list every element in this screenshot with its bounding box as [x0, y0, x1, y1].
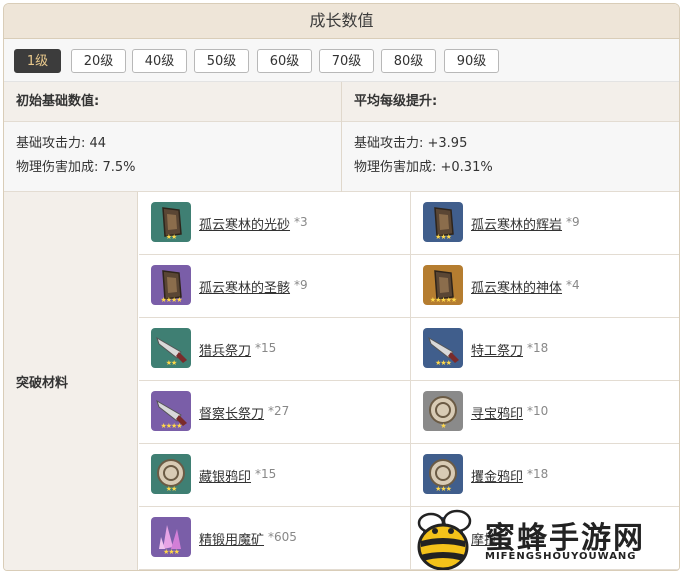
level-tab-6[interactable]: 70级: [319, 49, 374, 73]
materials-label: 突破材料: [16, 376, 69, 391]
rarity-stars: ★★★★: [160, 296, 182, 304]
material-name-link[interactable]: 攫金鸦印: [471, 466, 523, 485]
rarity-stars: ★★★★★: [429, 296, 457, 304]
material-name-link[interactable]: 孤云寒林的圣骸: [199, 277, 290, 296]
material-cell: ★★★★ 督察长祭刀 *27: [139, 381, 410, 444]
material-count: *10: [527, 404, 549, 418]
seal-icon[interactable]: ★★★: [423, 454, 463, 494]
material-name-link[interactable]: 督察长祭刀: [199, 403, 264, 422]
materials-label-cell: 突破材料: [4, 192, 138, 570]
level-tab-1[interactable]: 1级: [14, 49, 61, 73]
knife-icon[interactable]: ★★★★: [151, 391, 191, 431]
material-cell: ★★★★ 孤云寒林的圣骸 *9: [139, 255, 410, 318]
material-name-link[interactable]: 孤云寒林的辉岩: [471, 214, 562, 233]
rarity-stars: ★★★★: [160, 422, 182, 430]
material-cell: ★★ 孤云寒林的光砂 *3: [139, 192, 410, 255]
growth-stat-attack: 基础攻击力: +3.95: [354, 136, 468, 151]
material-count: *15: [255, 467, 277, 481]
watermark: 蜜蜂手游网 MIFENGSHOUYOUWANG: [407, 507, 679, 570]
material-count: *605: [268, 530, 297, 544]
knife-icon[interactable]: ★★: [151, 328, 191, 368]
material-count: *27: [268, 404, 290, 418]
growth-stats-header: 平均每级提升:: [342, 82, 679, 122]
material-cell: ★ 寻宝鸦印 *10: [410, 381, 679, 444]
initial-stat-physical: 物理伤害加成: 7.5%: [16, 160, 136, 175]
rarity-stars: ★★★: [435, 233, 452, 241]
rarity-stars: ★★★: [435, 485, 452, 493]
material-name-link[interactable]: 孤云寒林的光砂: [199, 214, 290, 233]
initial-stat-attack: 基础攻击力: 44: [16, 136, 107, 151]
material-name-link[interactable]: 寻宝鸦印: [471, 403, 523, 422]
fragment-icon[interactable]: ★★: [151, 202, 191, 242]
material-count: *9: [294, 278, 308, 292]
material-count: *18: [527, 467, 549, 481]
fragment-icon[interactable]: ★★★★★: [423, 265, 463, 305]
bee-logo-icon: [417, 509, 472, 570]
crystal-icon[interactable]: ★★★: [151, 517, 191, 557]
growth-stats: 基础攻击力: +3.95 物理伤害加成: +0.31%: [342, 122, 679, 192]
level-tabs: 1级 20级 40级 50级 60级 70级 80级 90级: [4, 39, 679, 82]
rarity-stars: ★: [440, 422, 446, 430]
material-cell: ★★★ 特工祭刀 *18: [410, 318, 679, 381]
rarity-stars: ★★: [165, 233, 178, 241]
fragment-icon[interactable]: ★★★★: [151, 265, 191, 305]
material-count: *9: [566, 215, 580, 229]
initial-stats-header: 初始基础数值:: [4, 82, 341, 122]
material-cell: ★★★ 攫金鸦印 *18: [410, 444, 679, 507]
growth-stats-panel: 成长数值 1级 20级 40级 50级 60级 70级 80级 90级 初始基础数值: 平均每…: [3, 3, 680, 571]
material-count: *18: [527, 341, 549, 355]
level-tab-7[interactable]: 80级: [381, 49, 436, 73]
level-tab-2[interactable]: 20级: [71, 49, 126, 73]
level-tab-5[interactable]: 60级: [257, 49, 312, 73]
level-tab-3[interactable]: 40级: [132, 49, 187, 73]
level-tab-4[interactable]: 50级: [194, 49, 249, 73]
material-count: *3: [294, 215, 308, 229]
material-name-link[interactable]: 猎兵祭刀: [199, 340, 251, 359]
column-divider: [341, 82, 342, 192]
material-cell: ★★★ 精锻用魔矿 *605: [139, 507, 410, 570]
material-name-link[interactable]: 特工祭刀: [471, 340, 523, 359]
knife-icon[interactable]: ★★★: [423, 328, 463, 368]
panel-title: 成长数值: [4, 4, 679, 39]
watermark-subtext: MIFENGSHOUYOUWANG: [485, 551, 637, 562]
growth-stat-physical: 物理伤害加成: +0.31%: [354, 160, 493, 175]
material-name-link[interactable]: 藏银鸦印: [199, 466, 251, 485]
material-name-link[interactable]: 精锻用魔矿: [199, 529, 264, 548]
material-cell: ★★★★★ 孤云寒林的神体 *4: [410, 255, 679, 318]
seal-icon[interactable]: ★: [423, 391, 463, 431]
seal-icon[interactable]: ★★: [151, 454, 191, 494]
rarity-stars: ★★★: [163, 548, 180, 556]
material-count: *15: [255, 341, 277, 355]
initial-stats: 基础攻击力: 44 物理伤害加成: 7.5%: [4, 122, 341, 192]
material-name-link[interactable]: 孤云寒林的神体: [471, 277, 562, 296]
material-count: *4: [566, 278, 580, 292]
material-cell: ★★ 藏银鸦印 *15: [139, 444, 410, 507]
material-cell: ★★ 猎兵祭刀 *15: [139, 318, 410, 381]
rarity-stars: ★★★: [435, 359, 452, 367]
material-cell: ★★★ 孤云寒林的辉岩 *9: [410, 192, 679, 255]
rarity-stars: ★★: [165, 359, 178, 367]
fragment-icon[interactable]: ★★★: [423, 202, 463, 242]
rarity-stars: ★★: [165, 485, 178, 493]
level-tab-8[interactable]: 90级: [444, 49, 499, 73]
